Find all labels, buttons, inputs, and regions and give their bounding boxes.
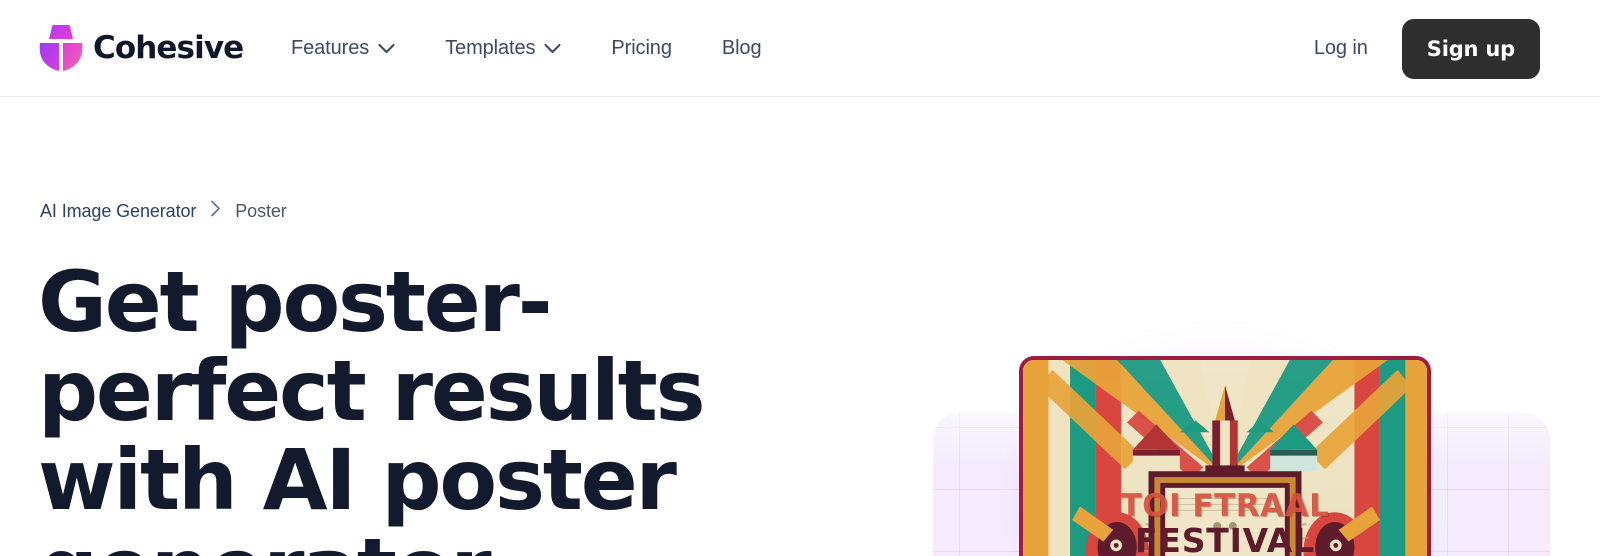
- site-header: Cohesive Features Templates Pricing Blog…: [0, 0, 1600, 97]
- hero-section: AI Image Generator Poster Get poster-per…: [0, 97, 1600, 556]
- breadcrumb-current: Poster: [235, 200, 287, 221]
- signup-button[interactable]: Sign up: [1401, 18, 1540, 79]
- main-navigation: Features Templates Pricing Blog: [275, 0, 777, 97]
- breadcrumb-parent-link[interactable]: AI Image Generator: [40, 201, 196, 222]
- nav-item-features[interactable]: Features: [275, 27, 411, 70]
- nav-item-pricing[interactable]: Pricing: [595, 27, 687, 70]
- login-link[interactable]: Log in: [1308, 29, 1374, 68]
- nav-item-blog[interactable]: Blog: [706, 27, 778, 70]
- brand-name: Cohesive: [93, 29, 244, 66]
- breadcrumb: AI Image Generator Poster: [40, 200, 287, 222]
- ai-generated-festival-poster[interactable]: TOI FTRAAL FESTIVAL ELM RENATARU JUNIE E…: [1019, 356, 1431, 556]
- nav-item-label: Blog: [721, 37, 762, 59]
- nav-item-label: Templates: [445, 37, 536, 59]
- page-title: Get poster-perfect results with AI poste…: [38, 253, 706, 556]
- nav-item-label: Pricing: [611, 37, 672, 59]
- cohesive-boat-logo-icon: [38, 23, 84, 73]
- chevron-down-icon: [378, 43, 395, 54]
- brand-logo-link[interactable]: Cohesive: [38, 20, 244, 76]
- chevron-right-icon: [210, 200, 221, 222]
- nav-item-label: Features: [291, 37, 370, 59]
- nav-item-templates[interactable]: Templates: [429, 27, 577, 70]
- chevron-down-icon: [544, 43, 561, 54]
- header-actions: Log in Sign up: [1308, 0, 1540, 97]
- poster-title-line-2: FESTIVAL: [1135, 521, 1315, 556]
- hero-visual: TOI FTRAAL FESTIVAL ELM RENATARU JUNIE E…: [900, 194, 1600, 556]
- poster-title-line-1: TOI FTRAAL: [1120, 488, 1330, 524]
